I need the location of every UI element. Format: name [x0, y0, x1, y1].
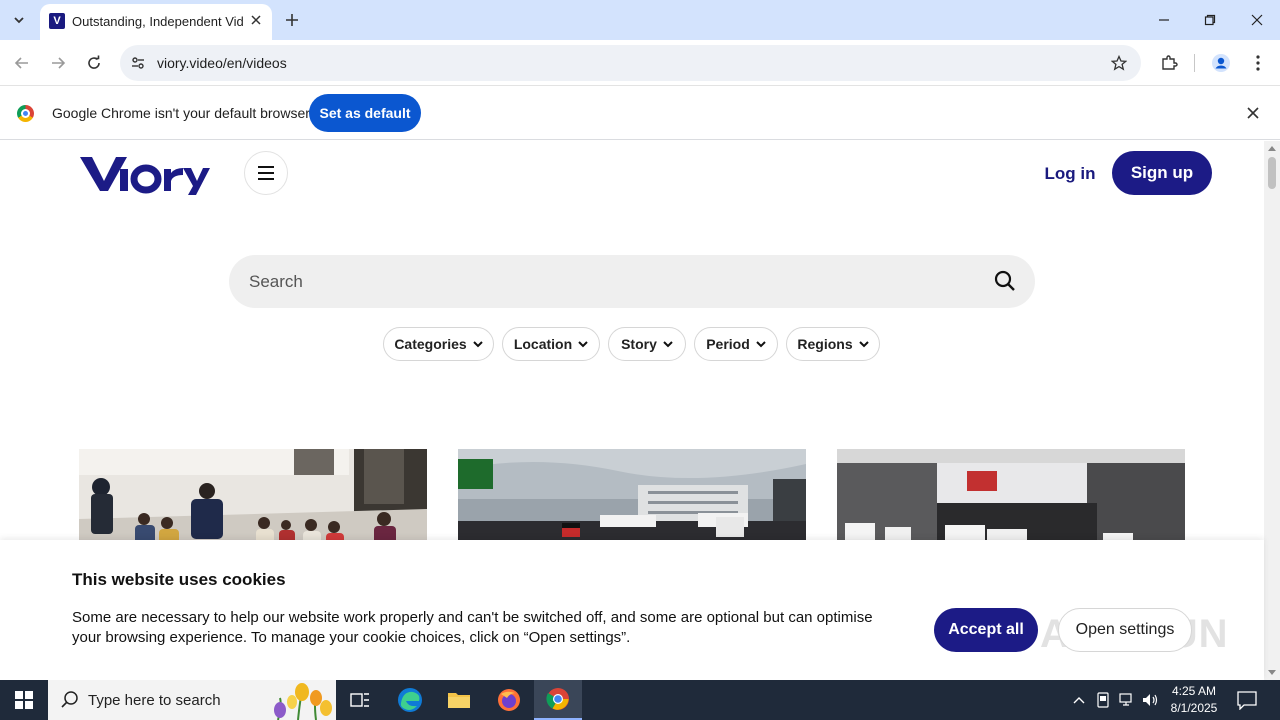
arrow-right-icon [52, 57, 66, 69]
restore-icon [1204, 14, 1216, 26]
scrollbar-thumb[interactable] [1268, 157, 1276, 189]
chrome-menu-icon[interactable] [1244, 49, 1272, 77]
network-icon[interactable] [1117, 690, 1137, 710]
chrome-icon [546, 688, 569, 710]
video-thumbnail[interactable] [79, 449, 427, 545]
search-icon [61, 691, 78, 708]
filter-categories[interactable]: Categories [383, 327, 494, 361]
chrome-logo-icon [17, 105, 34, 122]
back-button[interactable] [8, 49, 36, 77]
extensions-icon[interactable] [1155, 49, 1183, 77]
chevron-down-icon [756, 340, 766, 347]
filter-regions[interactable]: Regions [786, 327, 880, 361]
cookie-banner: This website uses cookies Some are neces… [0, 540, 1264, 680]
close-window-button[interactable] [1234, 0, 1280, 40]
edge-icon [398, 688, 422, 712]
filter-label: Location [513, 336, 573, 352]
start-button[interactable] [0, 680, 48, 720]
search-input[interactable] [249, 269, 969, 295]
open-settings-button[interactable]: Open settings [1058, 608, 1192, 652]
address-bar[interactable]: viory.video/en/videos [120, 45, 1141, 81]
site-info-icon[interactable] [127, 52, 149, 74]
filter-label: Regions [797, 336, 853, 352]
minimize-icon [1159, 19, 1169, 21]
browser-tab[interactable]: V Outstanding, Independent Vide [40, 4, 272, 40]
show-hidden-icons-chevron-icon[interactable] [1069, 690, 1089, 710]
forward-button[interactable] [44, 49, 72, 77]
task-view-icon [350, 693, 369, 707]
filter-story[interactable]: Story [608, 327, 686, 361]
restore-button[interactable] [1187, 0, 1233, 40]
firefox-taskbar-button[interactable] [485, 680, 533, 720]
clock-time: 4:25 AM [1171, 684, 1217, 698]
clock-date: 8/1/2025 [1170, 701, 1218, 715]
taskbar-search-placeholder: Type here to search [88, 692, 221, 709]
bookmark-star-icon[interactable] [1109, 53, 1129, 73]
device-tray-icon[interactable] [1093, 690, 1113, 710]
infobar-close-icon[interactable] [1243, 103, 1263, 123]
filter-period[interactable]: Period [694, 327, 778, 361]
toolbar-separator [1194, 54, 1195, 72]
folder-icon [448, 693, 470, 708]
tulips-decoration-icon [274, 683, 332, 720]
chevron-down-icon [858, 340, 869, 347]
login-link[interactable]: Log in [1040, 161, 1100, 187]
notification-center-icon[interactable] [1236, 690, 1258, 710]
filter-label: Categories [394, 336, 467, 352]
browser-toolbar: viory.video/en/videos [0, 40, 1280, 86]
accept-all-button[interactable]: Accept all [934, 608, 1038, 652]
scroll-down-arrow[interactable] [1268, 670, 1276, 675]
url-text: viory.video/en/videos [157, 55, 287, 71]
reload-icon [88, 55, 100, 69]
windows-logo-icon [15, 691, 33, 709]
filter-location[interactable]: Location [502, 327, 600, 361]
chevron-down-icon [663, 340, 673, 347]
close-icon [1251, 14, 1263, 26]
new-tab-button[interactable] [280, 8, 304, 32]
taskbar-search-box[interactable]: Type here to search [48, 680, 336, 720]
viory-logo[interactable] [80, 155, 210, 195]
file-explorer-taskbar-button[interactable] [435, 680, 483, 720]
infobar-message: Google Chrome isn't your default browser [52, 105, 310, 121]
video-thumbnail[interactable] [837, 449, 1185, 545]
hamburger-icon [258, 166, 274, 180]
chrome-taskbar-button[interactable] [534, 680, 582, 720]
video-thumbnail[interactable] [458, 449, 806, 545]
plus-icon [286, 14, 298, 26]
menu-toggle-button[interactable] [244, 151, 288, 195]
system-clock[interactable]: 4:25 AM 8/1/2025 [1166, 683, 1222, 717]
minimize-button[interactable] [1141, 0, 1187, 40]
filter-label: Story [621, 336, 657, 352]
video-search-bar [229, 255, 1035, 308]
volume-icon[interactable] [1141, 690, 1161, 710]
search-icon[interactable] [993, 269, 1017, 293]
windows-taskbar: Type here to search 4:25 AM 8/1/2025 [0, 680, 1280, 720]
scroll-up-arrow[interactable] [1268, 146, 1276, 151]
tab-title: Outstanding, Independent Vide [72, 14, 244, 29]
chevron-down-icon [14, 17, 24, 24]
tab-strip: V Outstanding, Independent Vide [0, 0, 1280, 40]
task-view-button[interactable] [336, 680, 384, 720]
page-scrollbar[interactable] [1264, 141, 1280, 680]
arrow-left-icon [14, 57, 28, 69]
reload-button[interactable] [80, 49, 108, 77]
profile-avatar-icon[interactable] [1207, 49, 1235, 77]
tab-search-button[interactable] [6, 7, 32, 33]
edge-taskbar-button[interactable] [386, 680, 434, 720]
default-browser-infobar: Google Chrome isn't your default browser… [0, 86, 1280, 140]
viory-favicon-icon: V [49, 13, 65, 29]
cookie-title: This website uses cookies [72, 570, 286, 589]
cookie-description: Some are necessary to help our website w… [72, 609, 873, 646]
signup-button[interactable]: Sign up [1112, 151, 1212, 195]
filter-label: Period [706, 336, 750, 352]
chevron-down-icon [578, 340, 588, 347]
tab-close-icon[interactable] [247, 11, 265, 29]
chevron-down-icon [472, 340, 483, 347]
set-as-default-button[interactable]: Set as default [309, 94, 421, 132]
firefox-icon [498, 689, 520, 711]
